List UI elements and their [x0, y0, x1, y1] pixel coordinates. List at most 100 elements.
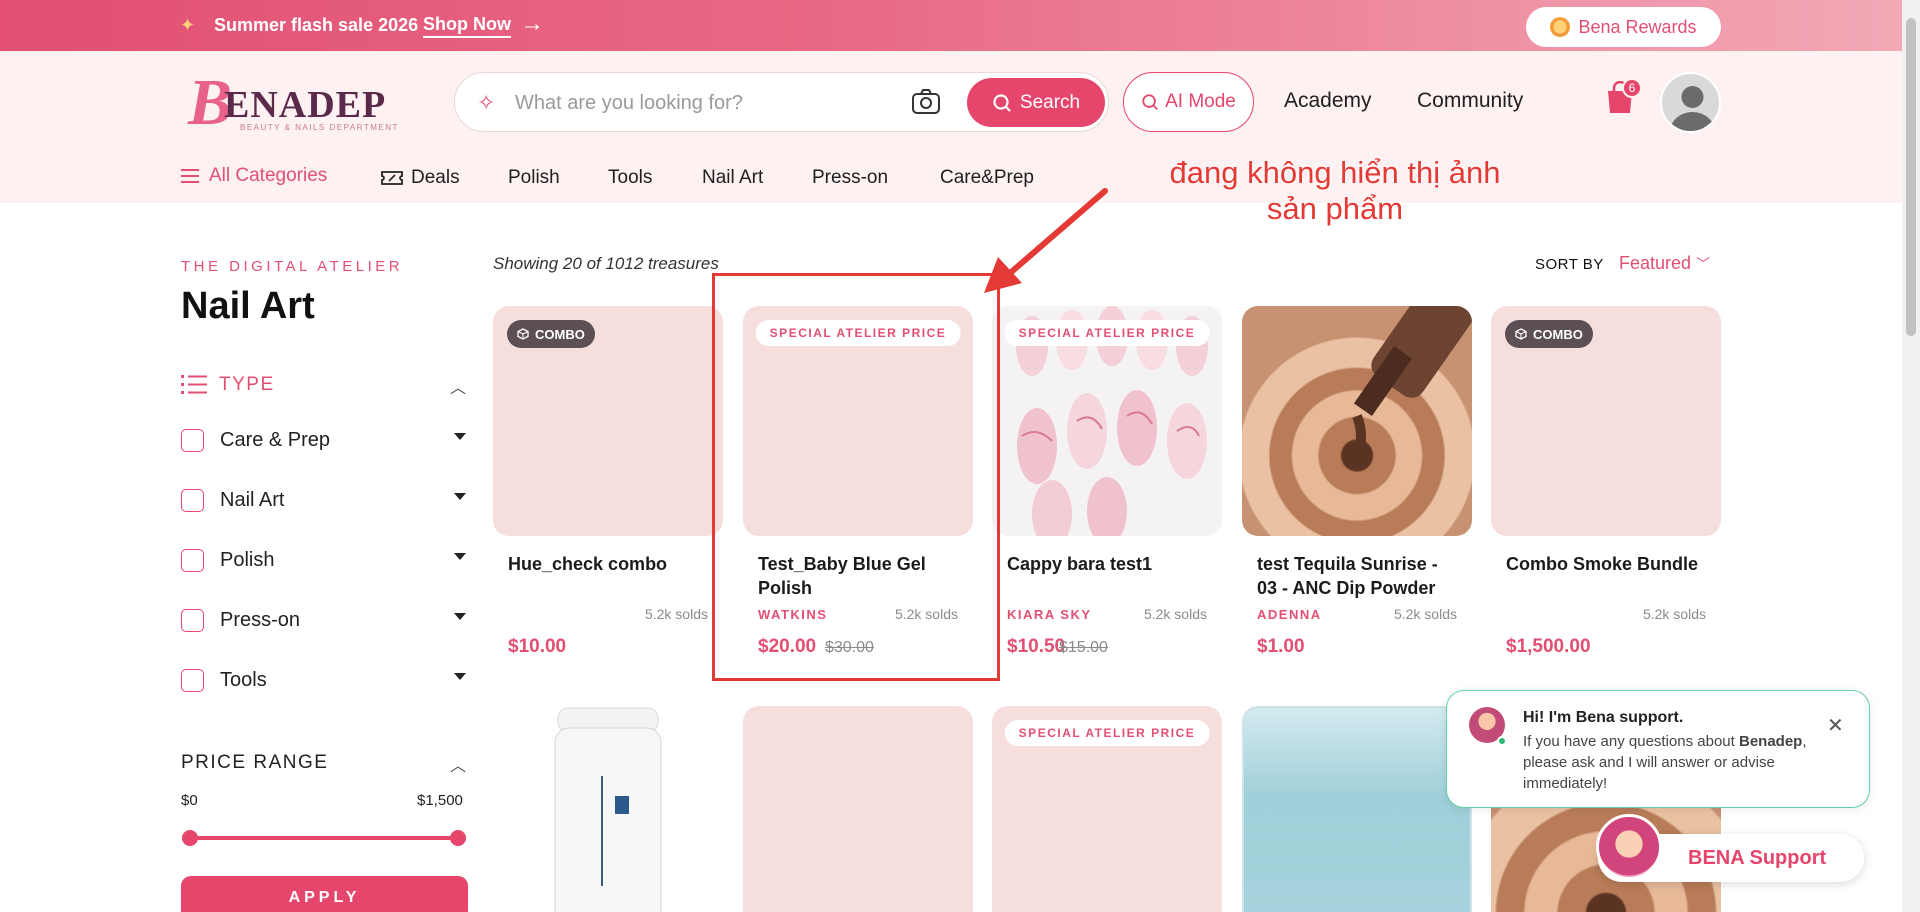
category-press-on[interactable]: Press-on: [812, 167, 888, 189]
category-tools[interactable]: Tools: [608, 167, 652, 189]
search-bar: ✧ Search: [454, 72, 1109, 132]
logo-tagline: BEAUTY & NAILS DEPARTMENT: [240, 123, 399, 132]
type-heading-label: TYPE: [219, 374, 275, 395]
type-filter-heading[interactable]: TYPE: [181, 374, 275, 396]
filter-label: Care & Prep: [220, 428, 331, 451]
rewards-label: Bena Rewards: [1578, 16, 1697, 37]
filter-tools[interactable]: Tools: [181, 665, 466, 695]
chevron-up-icon[interactable]: ︿: [450, 374, 466, 398]
chat-brand: Benadep: [1738, 733, 1803, 750]
checkbox[interactable]: [181, 608, 204, 632]
price-heading-label: PRICE RANGE: [181, 752, 329, 773]
nav-academy[interactable]: Academy: [1284, 89, 1372, 113]
checkbox[interactable]: [181, 548, 204, 572]
product-brand[interactable]: ADENNA: [1257, 607, 1322, 622]
checkbox[interactable]: [181, 488, 204, 512]
ai-mode-button[interactable]: AI Mode: [1123, 72, 1254, 132]
apply-button[interactable]: APPLY: [181, 876, 468, 912]
bena-avatar: [1596, 814, 1662, 880]
benadep-logo[interactable]: B ENADEP BEAUTY & NAILS DEPARTMENT: [188, 66, 408, 139]
product-image[interactable]: [1242, 706, 1472, 912]
product-sold-count: 5.2k solds: [1143, 606, 1207, 622]
product-image[interactable]: [493, 706, 723, 912]
bena-rewards-button[interactable]: Bena Rewards: [1526, 7, 1721, 47]
product-image-placeholder[interactable]: [743, 706, 973, 912]
arrow-right-icon[interactable]: →: [520, 10, 544, 38]
product-name[interactable]: test Tequila Sunrise - 03 - ANC Dip Powd…: [1257, 552, 1462, 600]
annotation-line: sản phẩm: [1266, 191, 1404, 226]
caret-down-icon[interactable]: [454, 613, 466, 620]
product-image[interactable]: [1242, 306, 1472, 536]
price-range-heading[interactable]: PRICE RANGE: [181, 752, 328, 774]
ticket-icon: [381, 171, 403, 185]
product-brand[interactable]: KIARA SKY: [1007, 607, 1092, 622]
product-sold-count: 5.2k solds: [1393, 606, 1457, 622]
search-icon: [993, 93, 1011, 112]
caret-down-icon[interactable]: [454, 553, 466, 560]
category-nail-art[interactable]: Nail Art: [702, 167, 763, 189]
caret-down-icon[interactable]: [454, 433, 466, 440]
box-icon: [1515, 328, 1527, 340]
product-image-placeholder[interactable]: COMBO: [1491, 306, 1721, 536]
site-header: B ENADEP BEAUTY & NAILS DEPARTMENT ✧ Sea…: [0, 51, 1902, 203]
checkbox[interactable]: [181, 668, 204, 692]
category-deals[interactable]: Deals: [411, 167, 460, 189]
online-status-dot: [1497, 736, 1507, 746]
filter-polish[interactable]: Polish: [181, 545, 466, 575]
sparkle-icon: ✦: [180, 15, 196, 35]
product-sold-count: 5.2k solds: [1642, 606, 1706, 622]
product-image[interactable]: SPECIAL ATELIER PRICE: [992, 306, 1222, 536]
product-image-placeholder[interactable]: SPECIAL ATELIER PRICE: [992, 706, 1222, 912]
filter-nail-art[interactable]: Nail Art: [181, 485, 466, 515]
logo-word: ENADEP: [224, 84, 387, 126]
scrollbar-thumb[interactable]: [1906, 18, 1916, 336]
special-price-badge: SPECIAL ATELIER PRICE: [1004, 320, 1210, 346]
page-scrollbar[interactable]: [1902, 0, 1920, 912]
search-icon: [1142, 94, 1158, 110]
special-price-badge: SPECIAL ATELIER PRICE: [1004, 720, 1210, 746]
all-categories-button[interactable]: All Categories: [181, 165, 327, 187]
price-slider[interactable]: [182, 830, 466, 846]
annotation-line: đang không hiển thị ảnh: [1169, 155, 1501, 190]
filter-label: Nail Art: [220, 488, 285, 511]
search-button[interactable]: Search: [967, 78, 1105, 127]
category-polish[interactable]: Polish: [508, 167, 560, 189]
filter-label: Polish: [220, 548, 275, 571]
page-title: Nail Art: [181, 285, 315, 327]
chevron-up-icon[interactable]: ︿: [450, 752, 466, 776]
sort-dropdown[interactable]: Featured ﹀: [1619, 253, 1710, 274]
shop-now-link[interactable]: Shop Now: [423, 14, 511, 38]
ai-mode-label: AI Mode: [1165, 91, 1236, 112]
user-icon: [1670, 86, 1715, 131]
caret-down-icon[interactable]: [454, 493, 466, 500]
filter-press-on[interactable]: Press-on: [181, 605, 466, 635]
search-button-label: Search: [1019, 91, 1081, 113]
price-max: $1,500: [417, 792, 463, 809]
product-name[interactable]: Cappy bara test1: [1007, 552, 1212, 576]
combo-badge-label: COMBO: [535, 326, 585, 342]
medal-icon: [1550, 17, 1571, 37]
bena-support-button[interactable]: BENA Support: [1596, 814, 1864, 882]
search-input[interactable]: [515, 87, 845, 119]
cart-count-badge: 6: [1622, 78, 1642, 98]
promo-text: Summer flash sale 2026: [214, 15, 419, 35]
caret-down-icon[interactable]: [454, 673, 466, 680]
filter-label: Press-on: [220, 608, 301, 631]
price-min-handle[interactable]: [182, 830, 198, 846]
annotation-text: đang không hiển thị ảnh sản phẩm: [1150, 155, 1520, 227]
product-image-placeholder[interactable]: COMBO: [493, 306, 723, 536]
product-price: $1,500.00: [1506, 636, 1591, 657]
product-old-price: $15.00: [1059, 639, 1108, 656]
sort-value: Featured: [1619, 253, 1692, 273]
checkbox[interactable]: [181, 428, 204, 452]
product-name[interactable]: Hue_check combo: [508, 552, 713, 576]
nav-community[interactable]: Community: [1417, 89, 1523, 113]
camera-icon[interactable]: [911, 89, 941, 115]
filter-care-prep[interactable]: Care & Prep: [181, 425, 466, 455]
product-name[interactable]: Combo Smoke Bundle: [1506, 552, 1711, 576]
filter-label: Tools: [220, 668, 267, 691]
all-categories-label: All Categories: [209, 165, 328, 186]
user-avatar[interactable]: [1660, 72, 1721, 133]
close-icon[interactable]: ✕: [1827, 713, 1844, 738]
price-max-handle[interactable]: [450, 830, 466, 846]
